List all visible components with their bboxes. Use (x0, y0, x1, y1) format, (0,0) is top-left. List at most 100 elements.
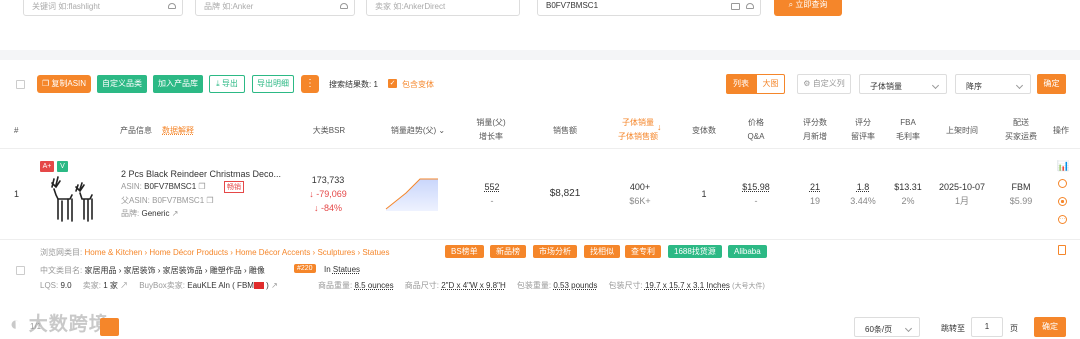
custom-columns-button[interactable]: ⚙ 自定义列 (797, 74, 851, 94)
tag-bs-list[interactable]: BS榜单 (445, 245, 484, 258)
rank-badge: #220 (294, 264, 316, 273)
watermark-logo: ◐ 大数跨境 (10, 314, 109, 335)
external-link-icon[interactable]: ↗ (120, 281, 128, 290)
margin-value: 2% (901, 196, 915, 206)
copy-icon[interactable]: ❐ (198, 182, 205, 191)
aplus-badge: A+ (40, 161, 54, 172)
col-sales[interactable]: 销量(父) 增长率 (466, 116, 516, 144)
table-row: 1 A+ V 2 Pcs Black Reindeer Christmas De… (0, 149, 1080, 239)
chevron-down-icon (904, 324, 913, 333)
select-all-checkbox[interactable] (16, 80, 25, 89)
upload-icon[interactable] (168, 3, 176, 9)
col-revenue[interactable]: 销售额 (540, 124, 590, 138)
external-link-icon[interactable]: ↗ (271, 281, 278, 290)
add-library-button[interactable]: 加入产品库 (153, 75, 203, 93)
upload-icon[interactable] (340, 3, 348, 9)
col-listed[interactable]: 上架时间 (940, 124, 984, 138)
bsr-percent: ↓ -84% (313, 203, 342, 213)
asin-input[interactable]: B0FV7BMSC1 (537, 0, 761, 16)
page-button-current[interactable] (100, 318, 119, 336)
col-product-info: 产品信息 (120, 126, 152, 135)
target-icon[interactable] (1058, 197, 1067, 206)
brand-input[interactable]: 品牌 如:Anker (195, 0, 355, 16)
table-header: # 产品信息 数据解释 大类BSR 销量趋势(父) ⌄ 销量(父) 增长率 销售… (0, 110, 1080, 148)
sort-field-select[interactable]: 子体销量 (859, 74, 947, 94)
external-link-icon[interactable]: ↗ (172, 209, 179, 218)
col-delivery[interactable]: 配送 买家运费 (1000, 116, 1042, 144)
tag-patent[interactable]: 查专利 (625, 245, 661, 258)
listing-stats: LQS: 9.0 卖家: 1 家 ↗ BuyBox卖家: EauKLE Aln … (40, 281, 278, 290)
export-button[interactable]: ⤓ 导出 (209, 75, 245, 93)
tag-market-analysis[interactable]: 市场分析 (533, 245, 577, 258)
include-variants-label: 包含变体 (402, 80, 434, 89)
col-price[interactable]: 价格 Q&A (740, 116, 772, 144)
bsr-value: 173,733 (311, 175, 345, 185)
row-checkbox[interactable] (16, 266, 25, 275)
rating-value[interactable]: 1.8 (846, 180, 880, 194)
variants-value: 1 (701, 189, 707, 199)
tag-1688[interactable]: 1688找货源 (668, 245, 722, 258)
sort-order-select[interactable]: 降序 (955, 74, 1031, 94)
growth-value: - (490, 196, 494, 206)
export-detail-button[interactable]: 导出明细 (252, 75, 294, 93)
chevron-down-icon (931, 81, 940, 90)
asin-line: ASIN: B0FV7BMSC1 ❐ 畅销 (121, 181, 244, 193)
col-rating[interactable]: 评分 留评率 (846, 116, 880, 144)
browse-category: 浏览网类目: Home & Kitchen › Home Décor Produ… (40, 248, 390, 257)
jump-page-input[interactable]: 1 (971, 317, 1003, 337)
parent-asin-line: 父ASIN: B0FV7BMSC1 ❐ (121, 196, 214, 205)
price-value[interactable]: $15.98 (736, 180, 776, 194)
more-icon[interactable]: ··· (1058, 215, 1067, 224)
col-ratings[interactable]: 评分数 月新增 (798, 116, 832, 144)
col-index: # (14, 126, 19, 135)
asin-value: B0FV7BMSC1 (546, 1, 599, 10)
section-divider (0, 50, 1080, 60)
shipping-value: $5.99 (1009, 196, 1033, 206)
keyword-placeholder: 关键词 如:flashlight (32, 2, 101, 11)
location-icon[interactable] (1058, 179, 1067, 188)
more-button[interactable]: ⋮ (301, 75, 319, 93)
product-thumbnail[interactable] (40, 175, 98, 225)
confirm-button[interactable]: 确定 (1037, 74, 1066, 94)
view-list-button[interactable]: 列表 (726, 74, 756, 94)
sales-value[interactable]: 552 (474, 180, 510, 194)
data-explain-link[interactable]: 数据解释 (162, 124, 194, 138)
pagination-bar: ◐ 大数跨境 1/1 60条/页 跳转至 1 页 确定 (0, 300, 1080, 339)
ratings-value[interactable]: 21 (800, 180, 830, 194)
product-title[interactable]: 2 Pcs Black Reindeer Christmas Deco... (121, 169, 281, 179)
include-variants-checkbox[interactable]: ✓ (388, 79, 397, 88)
upload-icon[interactable] (746, 3, 754, 9)
per-page-select[interactable]: 60条/页 (854, 317, 920, 337)
chevron-down-icon: ⌄ (438, 126, 446, 135)
camera-icon[interactable] (731, 3, 740, 10)
monthly-new-value: 19 (809, 196, 820, 206)
copy-icon: ❐ (41, 79, 52, 88)
row-index: 1 (14, 189, 20, 199)
query-button[interactable]: ⌕ 立即查询 (774, 0, 842, 16)
chart-icon[interactable]: 📊 (1057, 161, 1069, 172)
jump-confirm-button[interactable]: 确定 (1034, 317, 1066, 337)
tag-find-similar[interactable]: 找相似 (584, 245, 620, 258)
view-grid-button[interactable]: 大图 (756, 74, 785, 94)
logo-icon: ◐ (10, 314, 29, 335)
keyword-input[interactable]: 关键词 如:flashlight (23, 0, 183, 16)
child-revenue-value: $6K+ (629, 196, 651, 206)
custom-category-button[interactable]: 自定义品类 (97, 75, 147, 93)
sales-trend-sparkline[interactable] (384, 177, 440, 211)
seller-input[interactable]: 卖家 如:AnkerDirect (366, 0, 520, 16)
bsr-change: ↓ -79,069 (309, 189, 347, 199)
document-icon[interactable] (1058, 245, 1066, 255)
sort-down-icon: ↓ (657, 122, 662, 132)
col-variants[interactable]: 变体数 (684, 124, 724, 138)
search-bar: 关键词 如:flashlight 品牌 如:Anker 卖家 如:AnkerDi… (0, 0, 1080, 26)
china-flag-icon (253, 282, 264, 290)
delivery-value: FBM (1011, 182, 1031, 192)
page-info: 1/1 (30, 322, 42, 331)
tag-alibaba[interactable]: Alibaba (728, 245, 767, 258)
col-sales-trend[interactable]: 销量趋势(父) ⌄ (388, 124, 448, 138)
col-bsr[interactable]: 大类BSR (309, 124, 349, 138)
copy-icon[interactable]: ❐ (206, 196, 213, 205)
col-fba[interactable]: FBA 毛利率 (890, 116, 926, 144)
tag-new-list[interactable]: 新品榜 (490, 245, 526, 258)
copy-asin-button[interactable]: ❐ 复制ASIN (37, 75, 91, 93)
